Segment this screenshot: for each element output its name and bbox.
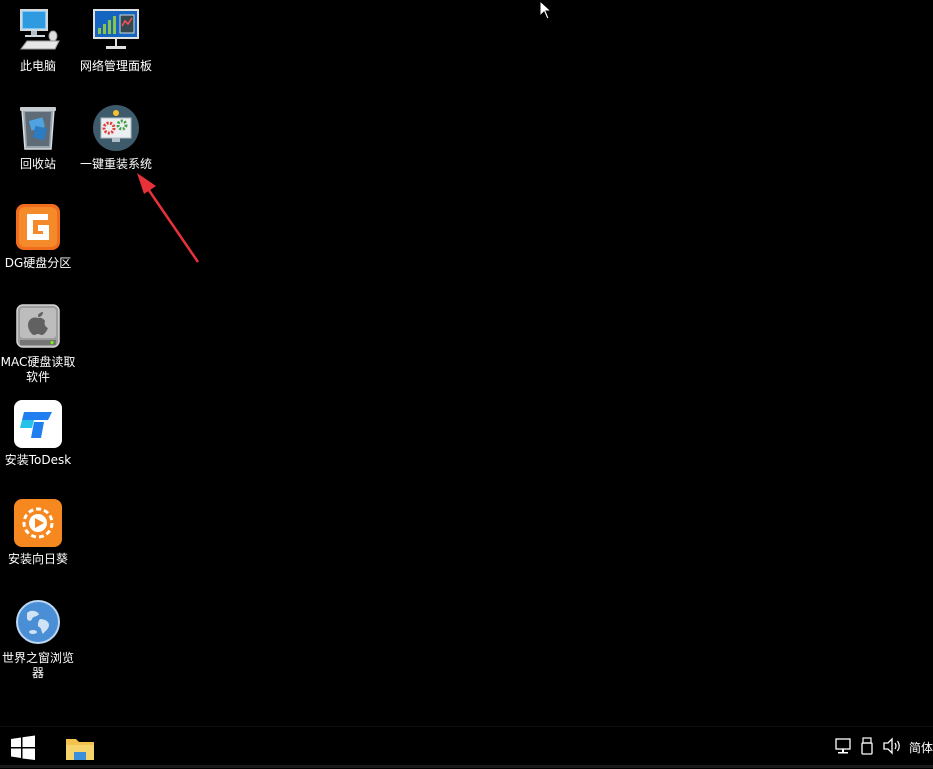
desktop-icon-mac-disk[interactable]: MAC硬盘读取软件 bbox=[0, 302, 76, 385]
recycle-bin-icon bbox=[14, 104, 62, 152]
desktop-icon-label: 安装向日葵 bbox=[7, 552, 68, 566]
network-panel-icon bbox=[92, 6, 140, 54]
desktop-icon-label: 回收站 bbox=[19, 157, 56, 171]
desktop-icon-label: DG硬盘分区 bbox=[4, 256, 72, 270]
computer-icon bbox=[14, 6, 62, 54]
network-tray-icon[interactable] bbox=[834, 737, 852, 755]
usb-tray-icon[interactable] bbox=[860, 737, 874, 755]
volume-tray-icon[interactable] bbox=[882, 737, 902, 755]
folder-icon bbox=[66, 739, 94, 760]
desktop-icon-label: 此电脑 bbox=[19, 59, 56, 73]
desktop-icon-todesk[interactable]: 安装ToDesk bbox=[0, 400, 76, 468]
desktop-icon-label: 安装ToDesk bbox=[4, 453, 72, 467]
desktop-icon-this-pc[interactable]: 此电脑 bbox=[0, 6, 76, 74]
start-button[interactable] bbox=[0, 727, 46, 769]
windows-logo-icon bbox=[11, 735, 35, 760]
mac-disk-icon bbox=[14, 302, 62, 350]
desktop-icon-world-browser[interactable]: 世界之窗浏览器 bbox=[0, 598, 76, 681]
globe-browser-icon bbox=[14, 598, 62, 646]
desktop-icon-label: 一键重装系统 bbox=[79, 157, 152, 171]
desktop-icon-reinstall-system[interactable]: 一键重装系统 bbox=[78, 104, 154, 172]
desktop-icon-recycle-bin[interactable]: 回收站 bbox=[0, 104, 76, 172]
desktop: 此电脑 网络管理面板 回收站 一键重装系统 DG硬盘分区 MAC硬盘读取软件 安… bbox=[0, 0, 933, 726]
file-explorer-button[interactable] bbox=[58, 727, 102, 769]
reinstall-system-icon bbox=[92, 104, 140, 152]
desktop-icon-diskgenius[interactable]: DG硬盘分区 bbox=[0, 203, 76, 271]
sunflower-icon bbox=[14, 499, 62, 547]
desktop-icon-network-panel[interactable]: 网络管理面板 bbox=[78, 6, 154, 74]
desktop-icon-label: 世界之窗浏览器 bbox=[1, 651, 74, 680]
desktop-icon-sunflower[interactable]: 安装向日葵 bbox=[0, 499, 76, 567]
mouse-cursor-icon bbox=[539, 0, 553, 20]
taskbar: 简体 bbox=[0, 726, 933, 769]
diskgenius-icon bbox=[14, 203, 62, 251]
desktop-icon-label: 网络管理面板 bbox=[79, 59, 152, 73]
ime-indicator[interactable]: 简体 bbox=[909, 739, 933, 756]
todesk-icon bbox=[14, 400, 62, 448]
desktop-icon-label: MAC硬盘读取软件 bbox=[0, 355, 76, 384]
